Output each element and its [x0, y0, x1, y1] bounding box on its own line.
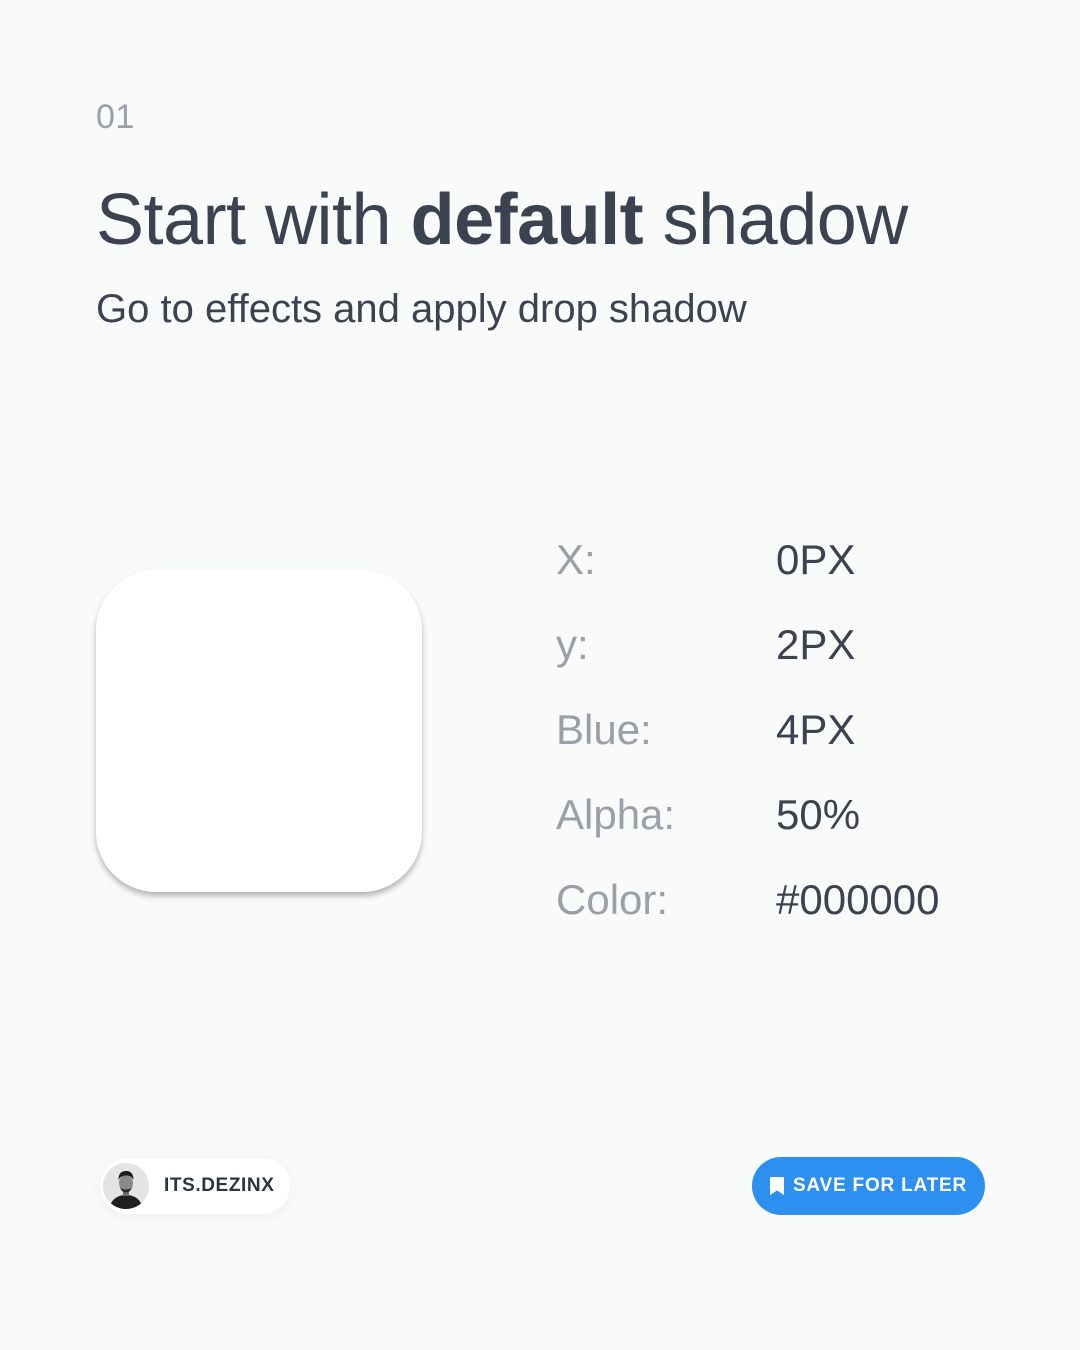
property-label: y:	[556, 621, 589, 668]
title-prefix: Start with	[96, 180, 411, 260]
property-row-x: X: 0PX	[556, 530, 1016, 615]
shadow-properties-list: X: 0PX y: 2PX Blue: 4PX Alpha: 50% Color…	[556, 530, 1016, 955]
property-value: #000000	[776, 876, 940, 923]
property-row-alpha: Alpha: 50%	[556, 785, 1016, 870]
step-number: 01	[96, 98, 135, 136]
property-value: 0PX	[776, 536, 856, 583]
save-button-label: SAVE FOR LATER	[792, 1175, 968, 1196]
page-subtitle: Go to effects and apply drop shadow	[96, 287, 747, 331]
shadow-preview-card	[96, 570, 422, 892]
property-label: Blue:	[556, 706, 652, 753]
author-badge[interactable]: ITS.DEZINX	[100, 1158, 290, 1214]
property-row-y: y: 2PX	[556, 615, 1016, 700]
title-bold-word: default	[410, 180, 644, 260]
title-suffix: shadow	[643, 180, 909, 260]
bookmark-icon	[769, 1177, 784, 1195]
property-row-blur: Blue: 4PX	[556, 700, 1016, 785]
avatar	[103, 1163, 149, 1209]
property-row-color: Color: #000000	[556, 870, 1016, 955]
property-label: X:	[556, 536, 596, 583]
person-avatar-icon	[103, 1163, 149, 1209]
property-value: 4PX	[776, 706, 856, 753]
save-for-later-button[interactable]: SAVE FOR LATER	[752, 1157, 985, 1215]
property-label: Alpha:	[556, 791, 676, 838]
property-value: 2PX	[776, 621, 856, 668]
author-name: ITS.DEZINX	[164, 1175, 275, 1196]
property-value: 50%	[776, 791, 861, 838]
property-label: Color:	[556, 876, 669, 923]
page-title: Start with default shadow	[96, 178, 908, 262]
